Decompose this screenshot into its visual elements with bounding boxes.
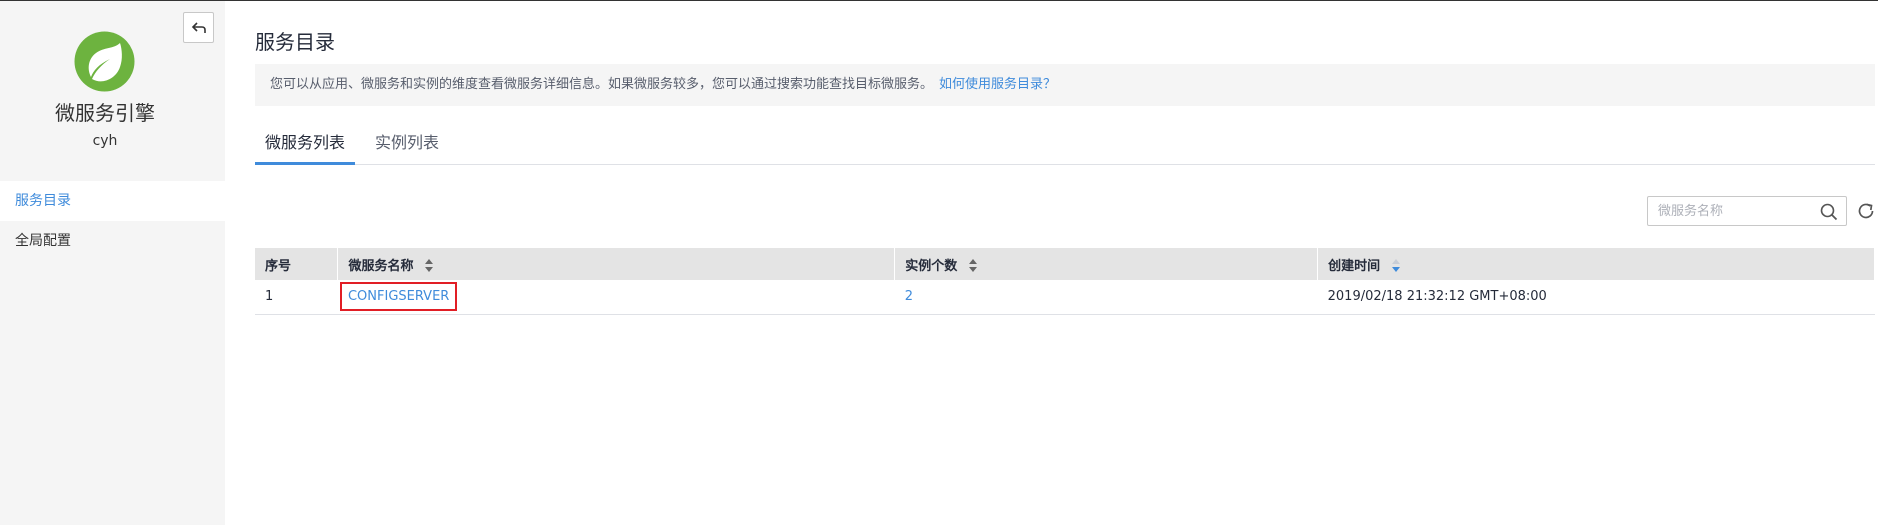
- microservice-table: 序号 微服务名称 实例个数 创建时间 1 CONFIGSERVER 2 2019…: [255, 248, 1875, 315]
- sort-icon[interactable]: [969, 259, 978, 273]
- sidebar-item-service-catalog[interactable]: 服务目录: [0, 181, 225, 221]
- info-banner: 您可以从应用、微服务和实例的维度查看微服务详细信息。如果微服务较多，您可以通过搜…: [255, 64, 1875, 106]
- search-icon[interactable]: [1820, 203, 1838, 221]
- spring-leaf-logo-icon: [74, 31, 135, 92]
- sidebar-item-global-config[interactable]: 全局配置: [0, 221, 225, 261]
- cell-created: 2019/02/18 21:32:12 GMT+08:00: [1317, 280, 1875, 315]
- column-header-instances[interactable]: 实例个数: [894, 248, 1319, 280]
- tab-microservice-list[interactable]: 微服务列表: [255, 130, 355, 165]
- cell-index: 1: [255, 280, 338, 315]
- sort-icon[interactable]: [425, 259, 434, 273]
- tab-instance-list[interactable]: 实例列表: [365, 130, 449, 165]
- refresh-icon[interactable]: [1856, 201, 1876, 221]
- page-title: 服务目录: [255, 30, 335, 54]
- search-box: [1647, 196, 1847, 226]
- info-text: 您可以从应用、微服务和实例的维度查看微服务详细信息。如果微服务较多，您可以通过搜…: [270, 77, 934, 92]
- back-arrow-icon: [191, 21, 206, 33]
- main-content: 服务目录 您可以从应用、微服务和实例的维度查看微服务详细信息。如果微服务较多，您…: [255, 0, 1878, 525]
- app-title: 微服务引擎: [55, 101, 155, 125]
- table-header-row: 序号 微服务名称 实例个数 创建时间: [255, 248, 1875, 280]
- tab-bar: 微服务列表 实例列表: [255, 130, 1875, 165]
- sidebar-nav: 服务目录 全局配置: [0, 181, 225, 261]
- microservice-name-link[interactable]: CONFIGSERVER: [348, 289, 449, 304]
- table-row: 1 CONFIGSERVER 2 2019/02/18 21:32:12 GMT…: [255, 280, 1875, 315]
- column-header-index: 序号: [255, 248, 339, 280]
- cell-name: CONFIGSERVER: [337, 280, 895, 315]
- search-input[interactable]: [1648, 197, 1808, 225]
- sort-desc-icon[interactable]: [1392, 259, 1401, 273]
- instance-count-link[interactable]: 2: [905, 289, 913, 304]
- back-button[interactable]: [183, 12, 214, 43]
- app-subtitle: cyh: [92, 133, 118, 149]
- sidebar: 微服务引擎 cyh 服务目录 全局配置: [0, 1, 225, 525]
- cell-instances: 2: [894, 280, 1318, 315]
- column-header-name[interactable]: 微服务名称: [337, 248, 896, 280]
- highlight-box: CONFIGSERVER: [339, 282, 458, 312]
- column-header-created[interactable]: 创建时间: [1317, 248, 1875, 280]
- help-link[interactable]: 如何使用服务目录？: [939, 77, 1056, 92]
